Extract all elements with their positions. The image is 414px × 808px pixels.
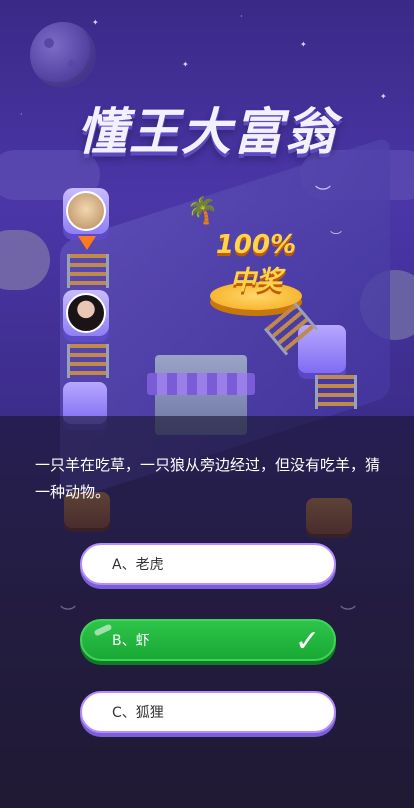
girl-avatar-icon — [66, 293, 106, 333]
player-tile — [63, 188, 109, 234]
bird-icon: ︶ — [330, 230, 343, 244]
star-icon: ✦ — [300, 40, 307, 49]
rail-track — [315, 375, 357, 409]
question-text: 一只羊在吃草，一只狼从旁边经过，但没有吃羊，猜一种动物。 — [35, 456, 381, 501]
rail-track — [67, 254, 109, 288]
option-c-button[interactable]: C、狐狸 — [80, 691, 336, 733]
option-a-button[interactable]: A、老虎 — [80, 543, 336, 585]
player-tile — [63, 290, 109, 336]
cat-avatar-icon — [66, 191, 106, 231]
option-label: B、虾 — [112, 633, 150, 649]
bird-icon: ︶ — [315, 184, 332, 203]
star-icon: ✦ — [182, 60, 189, 69]
arrow-down-icon — [78, 236, 96, 250]
cloud — [0, 230, 50, 290]
palm-tree-icon: 🌴 — [186, 196, 219, 226]
rail-track — [67, 344, 109, 378]
option-label: C、狐狸 — [112, 705, 164, 721]
bird-icon: ︶ — [340, 604, 357, 623]
option-b-button[interactable]: B、虾 ✓ — [80, 619, 336, 661]
checkmark-icon: ✓ — [294, 624, 320, 659]
moon-icon — [30, 22, 96, 88]
star-icon: · — [240, 12, 243, 21]
star-icon: ✦ — [92, 18, 99, 27]
prize-label: 100%中奖 — [215, 230, 297, 296]
shop-roof — [147, 373, 255, 395]
option-label: A、老虎 — [112, 557, 164, 573]
gloss-highlight — [93, 623, 113, 637]
bird-icon: ︶ — [60, 604, 77, 623]
